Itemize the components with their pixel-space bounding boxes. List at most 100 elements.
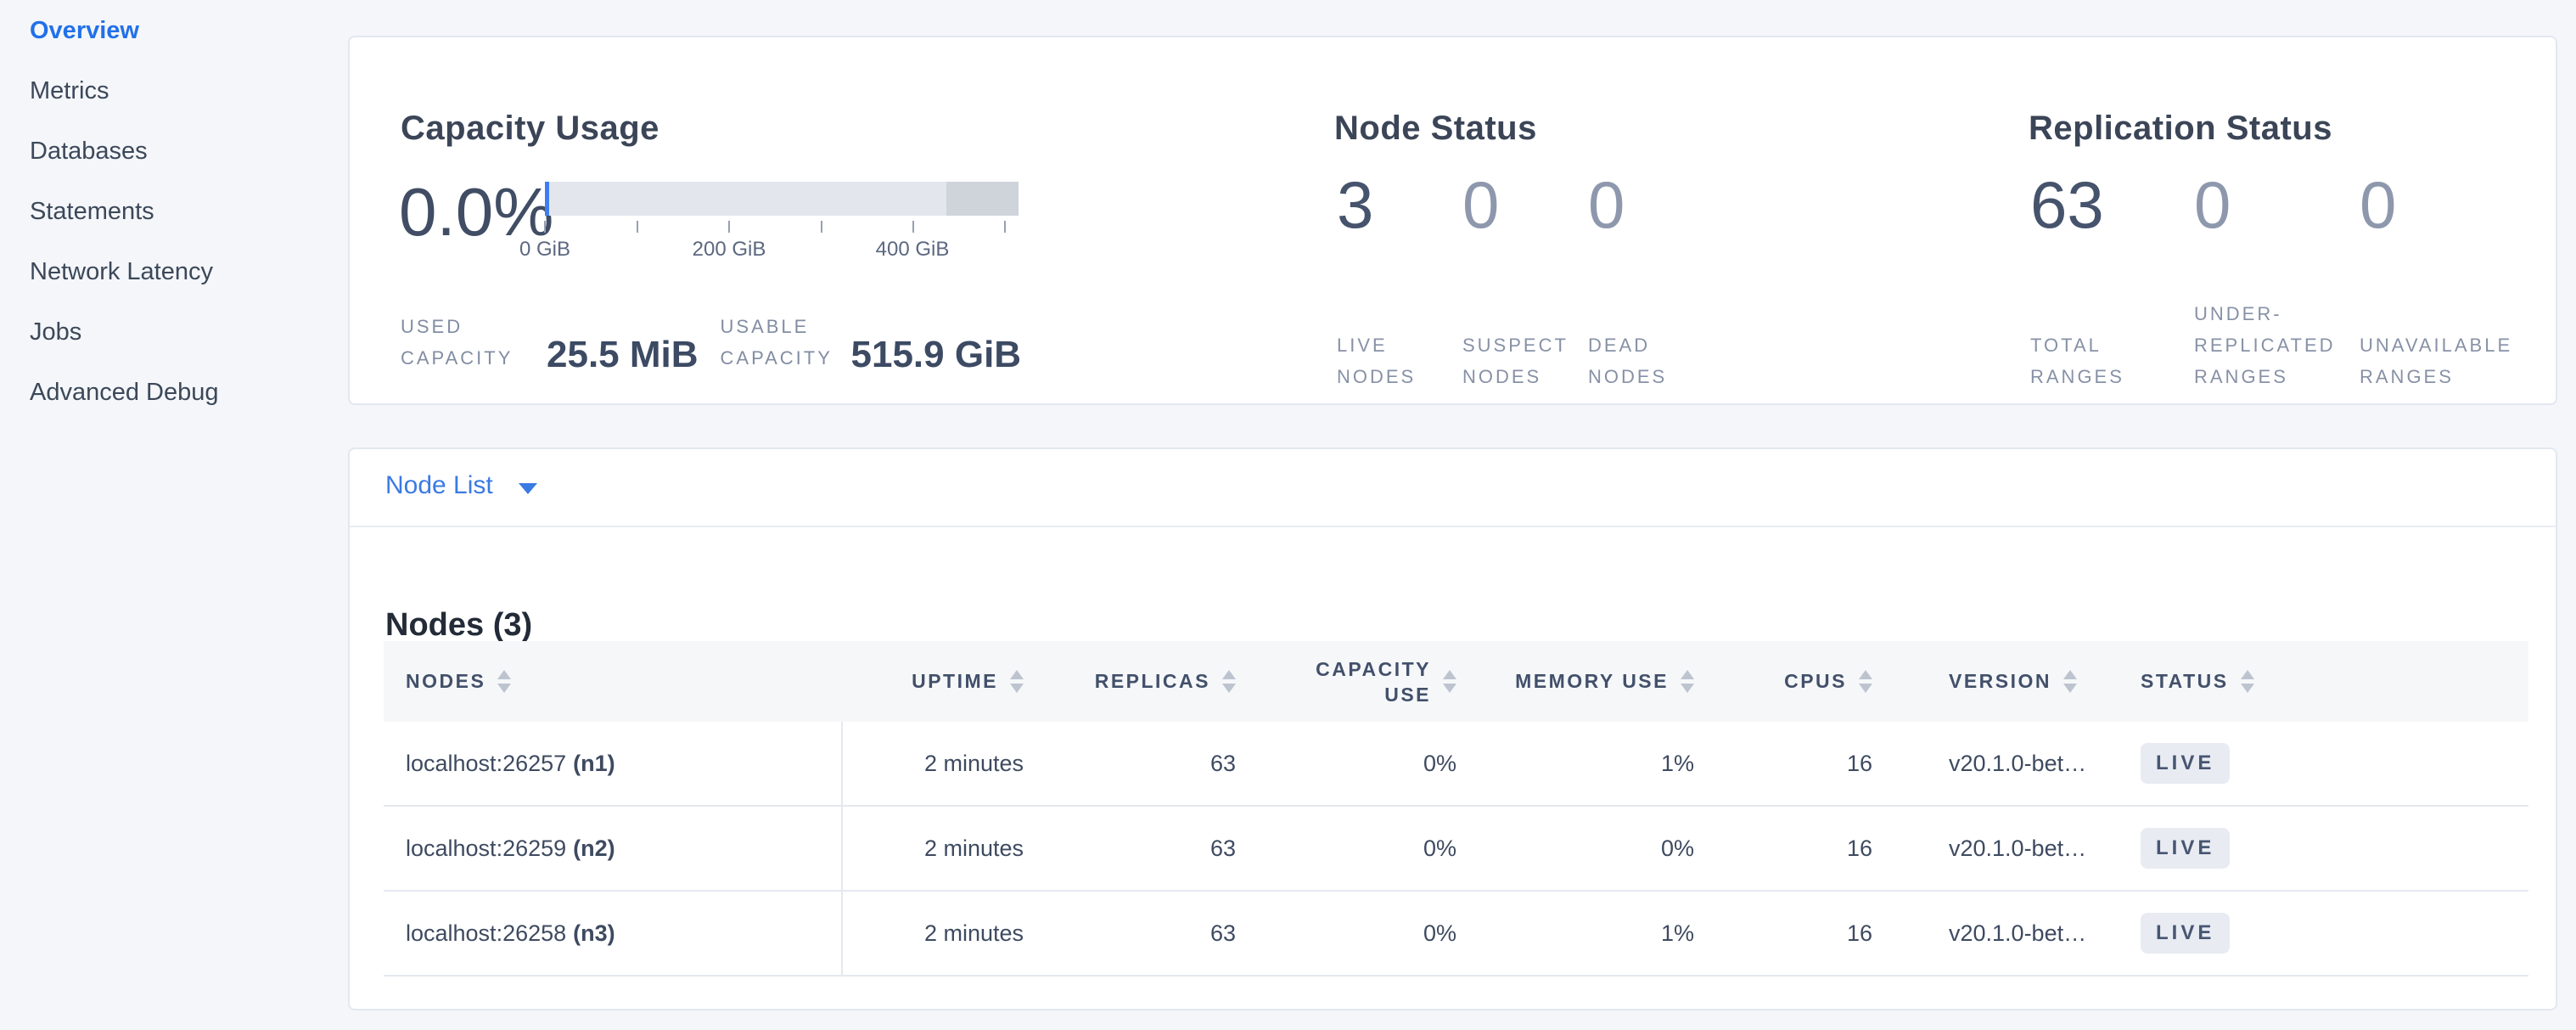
column-header-status[interactable]: STATUS <box>2124 641 2528 722</box>
status-badge: LIVE <box>2141 828 2230 869</box>
used-capacity-stat: USED CAPACITY 25.5 MiB <box>401 311 699 374</box>
status-badge: LIVE <box>2141 913 2230 954</box>
replication-status-title: Replication Status <box>2029 110 2332 148</box>
sort-icon[interactable] <box>1443 670 1456 693</box>
uptime-cell: 2 minutes <box>842 891 1054 976</box>
sidebar-item-metrics[interactable]: Metrics <box>30 79 219 104</box>
version-cell: v20.1.0-bet… <box>1903 891 2124 976</box>
view-selector-bar: Node List <box>350 449 2556 527</box>
node-id: (n1) <box>573 751 615 776</box>
axis-tick-label: 0 GiB <box>477 238 613 262</box>
capacity-use-cell: 0% <box>1266 891 1487 976</box>
live-nodes-label: LIVE NODES <box>1337 329 1462 392</box>
under-replicated-ranges-label: UNDER- REPLICATED RANGES <box>2194 298 2360 392</box>
node-list-view-dropdown[interactable]: Node List <box>385 471 537 500</box>
axis-tick <box>912 221 914 233</box>
replication-status-metrics: 63 TOTAL RANGES 0 UNDER- REPLICATED RANG… <box>2030 172 2546 392</box>
node-list-view-label: Node List <box>385 471 493 500</box>
column-label: CPUS <box>1784 670 1847 693</box>
dead-nodes-value: 0 <box>1588 172 1714 238</box>
replicas-cell: 63 <box>1054 806 1266 891</box>
cluster-summary-card: Capacity Usage 0.0% 0 GiB 200 GiB 400 Gi… <box>348 36 2557 405</box>
axis-tick <box>821 221 822 233</box>
unavailable-ranges-value: 0 <box>2360 172 2546 238</box>
column-label: MEMORY USE <box>1515 670 1669 693</box>
column-label: REPLICAS <box>1095 670 1210 693</box>
capacity-use-cell: 0% <box>1266 722 1487 806</box>
status-badge: LIVE <box>2141 743 2230 784</box>
sort-icon[interactable] <box>1681 670 1694 693</box>
node-name-cell[interactable]: localhost:26259(n2) <box>384 806 842 891</box>
sidebar: Overview Metrics Databases Statements Ne… <box>30 19 219 405</box>
column-label: UPTIME <box>912 670 998 693</box>
status-cell: LIVE <box>2124 722 2528 806</box>
node-host: localhost:26257 <box>406 751 566 776</box>
suspect-nodes-metric: 0 SUSPECT NODES <box>1462 172 1588 392</box>
sort-icon[interactable] <box>1222 670 1236 693</box>
node-name-cell[interactable]: localhost:26258 (n3) <box>384 891 842 976</box>
memory-use-cell: 1% <box>1487 891 1725 976</box>
node-host: localhost:26258 <box>406 920 566 946</box>
column-header-memory-use[interactable]: MEMORY USE <box>1487 641 1725 722</box>
dead-nodes-metric: 0 DEAD NODES <box>1588 172 1714 392</box>
axis-tick <box>1004 221 1006 233</box>
total-ranges-value: 63 <box>2030 172 2194 238</box>
capacity-gauge-used-segment <box>545 182 549 216</box>
node-status-title: Node Status <box>1334 110 1537 148</box>
capacity-use-cell: 0% <box>1266 806 1487 891</box>
suspect-nodes-label: SUSPECT NODES <box>1462 329 1588 392</box>
table-row: localhost:26257(n1) 2 minutes 63 0% 1% 1… <box>384 722 2528 806</box>
version-cell: v20.1.0-bet… <box>1903 806 2124 891</box>
status-cell: LIVE <box>2124 891 2528 976</box>
unavailable-ranges-label: UNAVAILABLE RANGES <box>2360 329 2546 392</box>
usable-capacity-value: 515.9 GiB <box>851 336 1022 374</box>
column-header-replicas[interactable]: REPLICAS <box>1054 641 1266 722</box>
dead-nodes-label: DEAD NODES <box>1588 329 1714 392</box>
column-label: VERSION <box>1949 670 2051 693</box>
replicas-cell: 63 <box>1054 891 1266 976</box>
total-ranges-metric: 63 TOTAL RANGES <box>2030 172 2194 392</box>
capacity-stats: USED CAPACITY 25.5 MiB USABLE CAPACITY 5… <box>401 311 1021 374</box>
axis-tick <box>728 221 730 233</box>
sidebar-item-network-latency[interactable]: Network Latency <box>30 260 219 284</box>
version-cell: v20.1.0-bet… <box>1903 722 2124 806</box>
node-list-card: Node List Nodes (3) NODES UPTIME REPLICA… <box>348 447 2557 1010</box>
sort-icon[interactable] <box>497 670 511 693</box>
replicas-cell: 63 <box>1054 722 1266 806</box>
sort-icon[interactable] <box>2063 670 2077 693</box>
column-header-cpus[interactable]: CPUS <box>1725 641 1903 722</box>
node-name-cell[interactable]: localhost:26257 (n1) <box>384 722 842 806</box>
sort-icon[interactable] <box>1859 670 1872 693</box>
sidebar-item-jobs[interactable]: Jobs <box>30 320 219 345</box>
sort-icon[interactable] <box>2241 670 2254 693</box>
column-header-version[interactable]: VERSION <box>1903 641 2124 722</box>
memory-use-cell: 1% <box>1487 722 1725 806</box>
column-label: NODES <box>406 670 485 693</box>
table-row: localhost:26258(n3) 2 minutes 63 0% 1% 1… <box>384 891 2528 976</box>
usable-capacity-label: USABLE CAPACITY <box>721 311 833 374</box>
sidebar-item-overview[interactable]: Overview <box>30 19 219 43</box>
column-header-nodes[interactable]: NODES <box>384 641 842 722</box>
uptime-cell: 2 minutes <box>842 806 1054 891</box>
table-row: localhost:26259(n2) 2 minutes 63 0% 0% 1… <box>384 806 2528 891</box>
node-id: (n3) <box>573 920 615 946</box>
axis-tick <box>544 221 546 233</box>
sidebar-item-databases[interactable]: Databases <box>30 139 219 164</box>
column-header-uptime[interactable]: UPTIME <box>842 641 1054 722</box>
sort-icon[interactable] <box>1010 670 1024 693</box>
capacity-gauge-bar <box>545 182 1019 216</box>
sidebar-item-advanced-debug[interactable]: Advanced Debug <box>30 380 219 405</box>
total-ranges-label: TOTAL RANGES <box>2030 329 2194 392</box>
chevron-down-icon <box>519 483 537 494</box>
axis-tick-label: 400 GiB <box>845 238 980 262</box>
uptime-cell: 2 minutes <box>842 722 1054 806</box>
column-header-capacity-use[interactable]: CAPACITY USE <box>1266 641 1487 722</box>
usable-capacity-stat: USABLE CAPACITY 515.9 GiB <box>721 311 1022 374</box>
axis-tick-label: 200 GiB <box>661 238 797 262</box>
sidebar-item-statements[interactable]: Statements <box>30 200 219 224</box>
live-nodes-value: 3 <box>1337 172 1462 238</box>
capacity-usage-title: Capacity Usage <box>401 110 659 148</box>
column-label: STATUS <box>2141 670 2229 693</box>
live-nodes-metric: 3 LIVE NODES <box>1337 172 1462 392</box>
column-label: CAPACITY USE <box>1295 656 1431 707</box>
